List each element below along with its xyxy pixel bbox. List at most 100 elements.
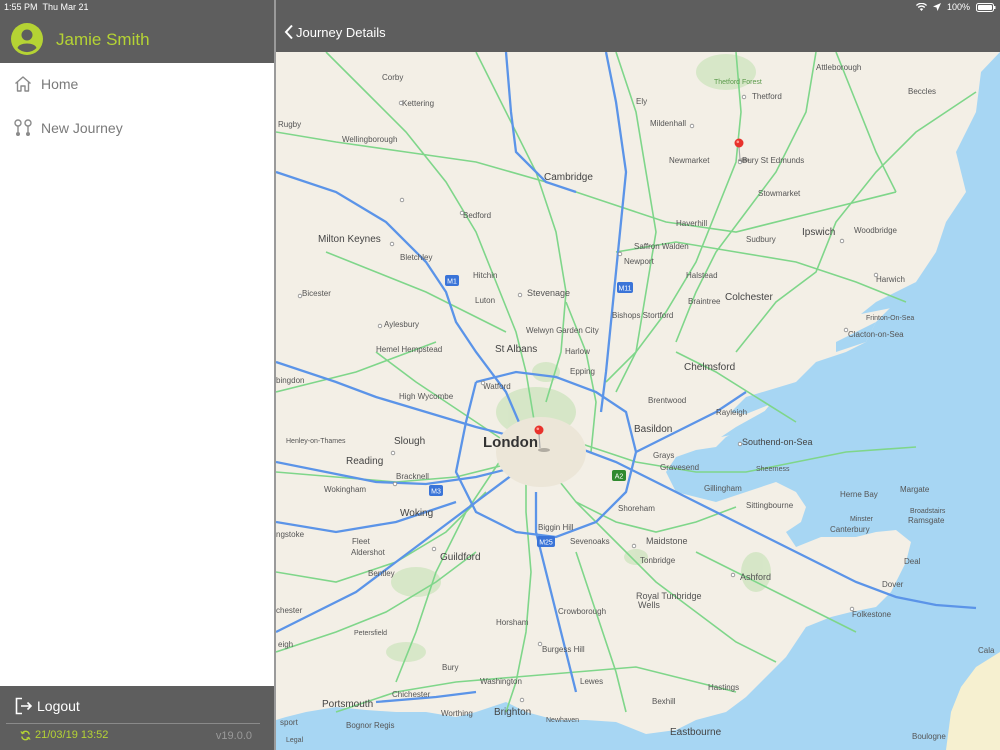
logout-icon: [15, 697, 33, 715]
label-chichester: Chichester: [392, 690, 431, 699]
label-luton: Luton: [475, 296, 495, 305]
label-chelmsford: Chelmsford: [684, 362, 735, 373]
label-petersfield: Petersfield: [354, 630, 387, 637]
label-wokingham: Wokingham: [324, 485, 366, 494]
label-kettering: Kettering: [402, 99, 434, 108]
page-title: Journey Details: [296, 24, 386, 40]
label-shoreham: Shoreham: [618, 504, 655, 513]
label-cala: Cala: [978, 646, 995, 655]
label-tonbridge: Tonbridge: [640, 556, 676, 565]
label-harlow: Harlow: [565, 347, 590, 356]
label-aylesbury: Aylesbury: [384, 320, 419, 329]
label-burgess-hill: Burgess Hill: [542, 645, 585, 654]
sidebar-footer: Logout 21/03/19 13:52 v19.0.0: [0, 686, 274, 750]
label-stowmarket: Stowmarket: [758, 189, 801, 198]
label-attleborough: Attleborough: [816, 63, 861, 72]
sync-icon: [20, 730, 31, 740]
map-legal-link[interactable]: Legal: [286, 737, 304, 744]
label-watford: Watford: [483, 382, 511, 391]
shield-m11: M11: [618, 286, 631, 293]
label-boulogne: Boulogne: [912, 732, 946, 741]
label-crowborough: Crowborough: [558, 607, 606, 616]
label-high-wycombe: High Wycombe: [399, 392, 454, 401]
journey-map[interactable]: M1 M11 M3 A2 M25 Corby Kettering Rugby W…: [276, 52, 1000, 750]
label-rayleigh: Rayleigh: [716, 408, 747, 417]
battery-icon: [976, 2, 996, 12]
map-canvas[interactable]: M1 M11 M3 A2 M25 Corby Kettering Rugby W…: [276, 52, 1000, 750]
label-sheerness: Sheerness: [756, 466, 790, 473]
label-newmarket: Newmarket: [669, 156, 710, 165]
menu-item-new-journey-label: New Journey: [41, 120, 123, 136]
menu-item-home[interactable]: Home: [0, 64, 274, 104]
label-sport: sport: [280, 718, 299, 727]
label-eastbourne: Eastbourne: [670, 727, 722, 738]
label-brentwood: Brentwood: [648, 396, 686, 405]
status-bar: 1:55 PM Thu Mar 21 100%: [0, 0, 1000, 14]
label-woodbridge: Woodbridge: [854, 226, 898, 235]
label-henley-on-thames: Henley-on-Thames: [286, 438, 346, 445]
label-bexhill: Bexhill: [652, 697, 676, 706]
back-button[interactable]: Journey Details: [284, 24, 386, 40]
label-sudbury: Sudbury: [746, 235, 776, 244]
shield-a2: A2: [615, 474, 624, 481]
wifi-icon: [915, 3, 927, 11]
label-harwich: Harwich: [876, 275, 905, 284]
label-brighton: Brighton: [494, 707, 531, 718]
label-frinton-on-sea: Frinton-On-Sea: [866, 315, 914, 322]
label-bury-st-edmunds: Bury St Edmunds: [742, 156, 804, 165]
label-ely: Ely: [636, 97, 647, 106]
label-deal: Deal: [904, 557, 921, 566]
label-hastings: Hastings: [708, 683, 739, 692]
label-london: London: [483, 434, 538, 451]
label-dover: Dover: [882, 580, 904, 589]
label-reading: Reading: [346, 456, 383, 467]
label-fleet: Fleet: [352, 537, 371, 546]
label-folkestone: Folkestone: [852, 610, 892, 619]
label-bletchley: Bletchley: [400, 253, 432, 262]
label-ramsgate: Ramsgate: [908, 516, 945, 525]
label-sittingbourne: Sittingbourne: [746, 501, 794, 510]
label-canterbury: Canterbury: [830, 525, 870, 534]
location-arrow-icon: [932, 3, 941, 11]
logout-label: Logout: [37, 698, 80, 714]
label-halstead: Halstead: [686, 271, 718, 280]
app-version: v19.0.0: [215, 730, 252, 742]
label-milton-keynes: Milton Keynes: [318, 234, 381, 245]
status-time-date: 1:55 PM Thu Mar 21: [4, 2, 89, 12]
label-slough: Slough: [394, 436, 425, 447]
label-gravesend: Gravesend: [660, 463, 699, 472]
logout-button[interactable]: Logout: [0, 694, 274, 720]
label-basildon: Basildon: [634, 424, 672, 435]
label-ashford: Ashford: [740, 572, 771, 582]
menu-item-new-journey[interactable]: New Journey: [0, 108, 274, 148]
label-chester: chester: [276, 606, 303, 615]
label-bury-west: Bury: [442, 663, 458, 672]
label-newport: Newport: [624, 257, 655, 266]
label-maidstone: Maidstone: [646, 536, 688, 546]
label-southend-on-sea: Southend-on-Sea: [742, 437, 813, 447]
label-thetford-forest: Thetford Forest: [714, 79, 762, 86]
label-bedford: Bedford: [463, 211, 491, 220]
label-margate: Margate: [900, 485, 930, 494]
sync-time: 21/03/19 13:52: [35, 729, 109, 741]
status-indicators: 100%: [915, 2, 996, 12]
shield-m3: M3: [431, 489, 441, 496]
label-corby: Corby: [382, 73, 403, 82]
user-avatar-icon[interactable]: [11, 23, 43, 55]
user-name: Jamie Smith: [56, 30, 150, 49]
label-mildenhall: Mildenhall: [650, 119, 686, 128]
label-clacton-on-sea: Clacton-on-Sea: [848, 330, 904, 339]
chevron-left-icon: [284, 24, 293, 40]
label-eigh: eigh: [278, 640, 293, 649]
battery-percent: 100%: [946, 2, 970, 12]
sync-status: 21/03/19 13:52: [20, 729, 108, 741]
label-broadstairs: Broadstairs: [910, 508, 946, 515]
label-sevenoaks: Sevenoaks: [570, 537, 610, 546]
label-beccles: Beccles: [908, 87, 936, 96]
menu-item-home-label: Home: [41, 76, 79, 92]
label-gillingham: Gillingham: [704, 484, 742, 493]
label-epping: Epping: [570, 367, 595, 376]
label-rugby: Rugby: [278, 120, 301, 129]
label-haverhill: Haverhill: [676, 219, 707, 228]
label-bracknell: Bracknell: [396, 472, 429, 481]
